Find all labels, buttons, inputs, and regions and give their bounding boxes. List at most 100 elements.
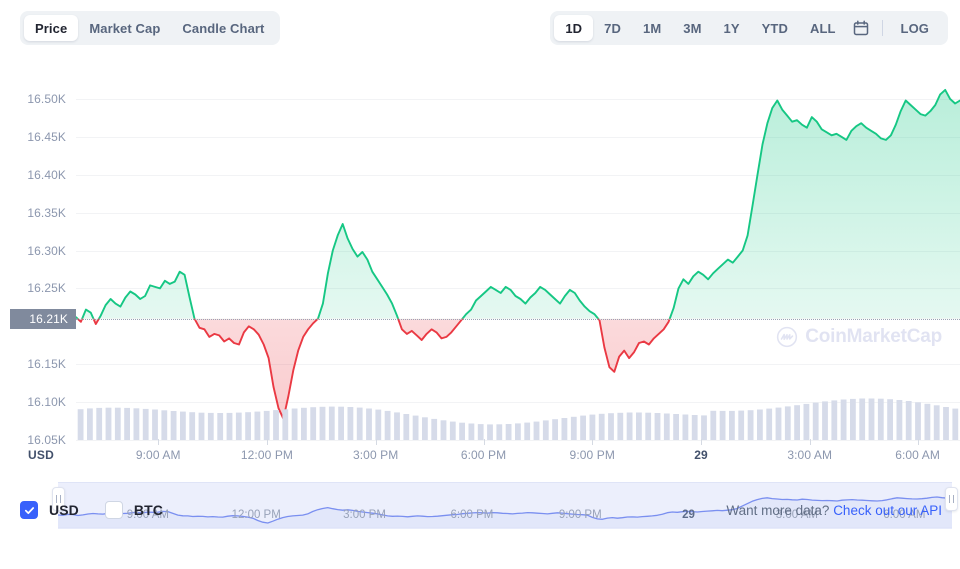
volume-bar	[105, 407, 112, 440]
volume-bar	[840, 399, 847, 440]
volume-bar	[226, 412, 233, 440]
volume-bar	[133, 408, 140, 440]
volume-bar	[859, 398, 866, 440]
volume-bar	[235, 412, 242, 440]
checkbox-btc[interactable]	[104, 501, 123, 519]
volume-bar	[738, 410, 745, 440]
x-axis-tick-label: 3:00 AM	[787, 448, 833, 462]
currency-toggle-usd[interactable]: USD	[20, 501, 79, 519]
range-1y[interactable]: 1Y	[713, 15, 751, 41]
volume-bar	[542, 420, 549, 440]
volume-bar	[775, 407, 782, 440]
x-axis-tick	[375, 439, 377, 445]
volume-bar	[924, 403, 931, 440]
volume-bar	[394, 412, 400, 440]
chart-toolbar: Price Market Cap Candle Chart 1D 7D 1M 3M 1Y YT…	[0, 0, 960, 56]
volume-bar	[217, 413, 224, 440]
x-axis-tick	[809, 439, 811, 445]
x-axis-tick	[917, 439, 919, 445]
volume-bar	[915, 402, 921, 440]
volume-bar	[589, 414, 596, 440]
time-range-tabs: 1D 7D 1M 3M 1Y YTD ALL	[554, 15, 846, 41]
volume-bars	[77, 398, 959, 440]
volume-bar	[561, 418, 568, 440]
y-axis-tick-label: 16.25K	[27, 281, 66, 296]
chart-view-tabs: Price Market Cap Candle Chart	[20, 11, 280, 45]
volume-bar	[207, 412, 214, 440]
x-axis-labels: 9:00 AM 12:00 PM 3:00 PM 6:00 PM 9:00 PM 29 3:…	[76, 439, 960, 472]
range-ytd[interactable]: YTD	[751, 15, 799, 41]
volume-bar	[719, 410, 726, 440]
volume-bar	[952, 408, 959, 440]
volume-bar	[887, 399, 893, 440]
volume-bar	[459, 422, 465, 440]
volume-bar	[570, 416, 577, 440]
volume-bar	[766, 408, 773, 440]
range-7d[interactable]: 7D	[593, 15, 632, 41]
volume-bar	[310, 407, 317, 440]
volume-bar	[403, 414, 410, 440]
volume-bar	[645, 412, 652, 440]
range-3m[interactable]: 3M	[672, 15, 712, 41]
gridline	[76, 440, 960, 441]
x-axis-tick	[158, 439, 160, 445]
volume-bar	[831, 400, 838, 440]
volume-bar	[663, 413, 670, 440]
volume-bar	[319, 406, 326, 440]
volume-bar	[282, 409, 289, 440]
calendar-button[interactable]	[847, 15, 875, 41]
volume-bar	[338, 406, 344, 440]
volume-bar	[366, 408, 372, 440]
volume-bar	[198, 412, 205, 440]
log-scale-button[interactable]: LOG	[890, 15, 940, 41]
volume-bar	[347, 407, 354, 440]
tab-market-cap[interactable]: Market Cap	[78, 15, 171, 41]
range-1d[interactable]: 1D	[554, 15, 594, 41]
volume-bar	[850, 398, 856, 440]
api-link[interactable]: Check out our API	[833, 503, 942, 518]
y-axis-tick-label: 16.10K	[27, 395, 66, 410]
check-icon	[24, 506, 34, 514]
chart-footer: USD BTC Want more data? Check out our API	[0, 489, 960, 569]
volume-bar	[142, 408, 149, 440]
currency-legend: USD BTC	[20, 501, 163, 519]
x-axis-tick-label: 6:00 PM	[460, 448, 507, 462]
checkbox-usd[interactable]	[20, 501, 38, 519]
x-axis-tick	[483, 439, 485, 445]
volume-bar	[784, 406, 791, 440]
y-axis-tick-label: 16.15K	[27, 357, 66, 372]
volume-bar	[505, 424, 512, 440]
volume-bar	[245, 412, 251, 440]
volume-bar	[710, 410, 717, 440]
volume-bar	[477, 424, 484, 440]
volume-bar	[626, 412, 633, 440]
x-axis-tick-label: 12:00 PM	[240, 448, 294, 462]
x-axis-tick-label: 6:00 AM	[895, 448, 940, 462]
range-all[interactable]: ALL	[799, 15, 847, 41]
volume-bar	[487, 424, 493, 440]
y-axis-tick-label: 16.40K	[27, 167, 66, 182]
plot-region[interactable]: 16.50K 16.45K 16.40K 16.35K 16.30K 16.25K 16.1…	[10, 80, 960, 447]
x-axis-tick-label: 9:00 PM	[569, 448, 615, 462]
volume-bar	[943, 407, 949, 440]
volume-bar	[682, 414, 689, 440]
volume-bar	[254, 411, 261, 440]
toolbar-divider	[881, 20, 883, 36]
volume-bar	[440, 420, 447, 440]
volume-bar	[77, 409, 84, 440]
volume-bar	[729, 410, 735, 440]
volume-bar	[905, 401, 912, 440]
y-axis-tick-label: 16.30K	[27, 243, 66, 258]
tab-price[interactable]: Price	[24, 15, 79, 41]
volume-bar	[636, 412, 642, 440]
current-price-badge: 16.21K	[10, 308, 76, 329]
range-1m[interactable]: 1M	[632, 15, 672, 41]
volume-bar	[96, 407, 103, 440]
volume-bar	[747, 410, 754, 440]
volume-bar	[263, 410, 270, 440]
volume-bar	[384, 410, 391, 440]
currency-toggle-btc[interactable]: BTC	[104, 501, 163, 519]
x-axis-tick	[266, 439, 268, 445]
tab-candle-chart[interactable]: Candle Chart	[171, 15, 275, 41]
volume-bar	[654, 413, 661, 440]
